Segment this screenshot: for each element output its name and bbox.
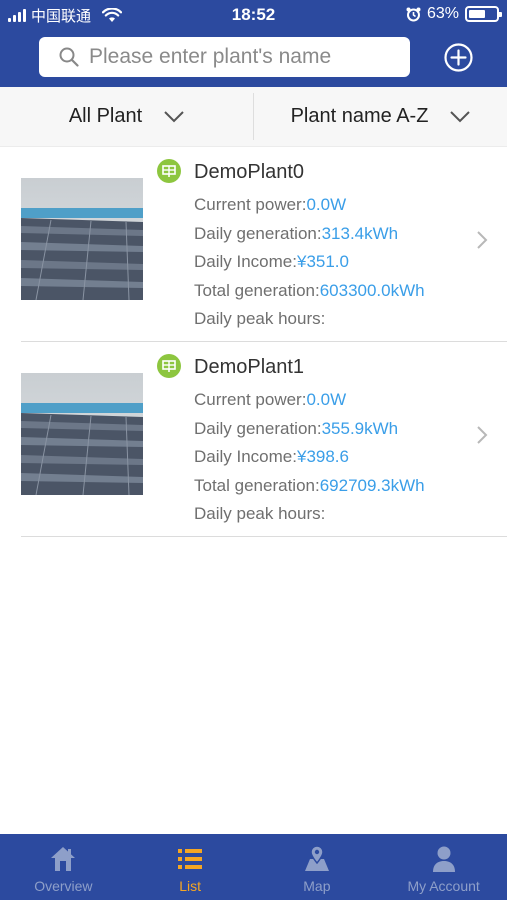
peak-hours-row: Daily peak hours: bbox=[194, 500, 425, 529]
sort-filter[interactable]: Plant name A-Z bbox=[254, 87, 507, 146]
tab-list[interactable]: List bbox=[127, 834, 254, 900]
total-generation-label: Total generation: bbox=[194, 475, 320, 495]
battery-percent: 63% bbox=[426, 5, 459, 22]
plant-status-icon bbox=[157, 159, 181, 183]
bottom-tab-bar: Overview List Map My Account bbox=[0, 834, 507, 900]
peak-hours-label: Daily peak hours: bbox=[194, 504, 326, 523]
sort-filter-label: Plant name A-Z bbox=[290, 105, 429, 127]
current-power-label: Current power: bbox=[194, 390, 307, 409]
plant-name: DemoPlant0 bbox=[194, 161, 305, 183]
list-icon bbox=[178, 849, 203, 869]
chevron-down-icon bbox=[164, 110, 184, 122]
daily-generation-label: Daily generation: bbox=[194, 223, 322, 243]
status-right: 63% bbox=[406, 5, 502, 23]
plant-info: Current power:0.0W Daily generation:355.… bbox=[194, 386, 425, 529]
tab-map[interactable]: Map bbox=[254, 834, 381, 900]
search-input[interactable] bbox=[89, 45, 389, 69]
daily-income-label: Daily Income: bbox=[194, 447, 297, 466]
total-generation-value: 603300.0kWh bbox=[319, 280, 425, 300]
user-icon bbox=[432, 846, 455, 872]
plant-list-item[interactable]: DemoPlant1 Current power:0.0W Daily gene… bbox=[21, 342, 507, 537]
plant-info: Current power:0.0W Daily generation:313.… bbox=[194, 191, 425, 334]
top-bar: 中国联通 18:52 63% bbox=[0, 0, 507, 87]
current-power-value: 0.0W bbox=[306, 390, 347, 409]
daily-generation-value: 355.9kWh bbox=[321, 418, 399, 438]
tab-overview-label: Overview bbox=[34, 878, 93, 894]
chevron-right-icon[interactable] bbox=[476, 230, 488, 250]
daily-income-label: Daily Income: bbox=[194, 252, 297, 271]
plant-list: DemoPlant0 Current power:0.0W Daily gene… bbox=[0, 147, 507, 537]
tab-my-account[interactable]: My Account bbox=[380, 834, 507, 900]
total-generation-row: Total generation:692709.3kWh bbox=[194, 472, 425, 501]
tab-my-account-label: My Account bbox=[407, 878, 480, 894]
plant-status-icon bbox=[157, 354, 181, 378]
daily-generation-row: Daily generation:355.9kWh bbox=[194, 415, 425, 444]
chevron-right-icon[interactable] bbox=[476, 425, 488, 445]
alarm-icon bbox=[406, 7, 421, 21]
current-power-value: 0.0W bbox=[306, 195, 347, 214]
plant-type-filter-label: All Plant bbox=[68, 105, 143, 127]
peak-hours-row: Daily peak hours: bbox=[194, 305, 425, 334]
daily-income-row: Daily Income:¥351.0 bbox=[194, 248, 425, 277]
home-icon bbox=[51, 847, 76, 871]
total-generation-value: 692709.3kWh bbox=[319, 475, 425, 495]
daily-income-row: Daily Income:¥398.6 bbox=[194, 443, 425, 472]
plus-circle-icon[interactable] bbox=[444, 43, 473, 72]
plant-name: DemoPlant1 bbox=[194, 356, 305, 378]
plant-list-item[interactable]: DemoPlant0 Current power:0.0W Daily gene… bbox=[21, 147, 507, 342]
search-box[interactable] bbox=[39, 37, 410, 77]
filter-bar: All Plant Plant name A-Z bbox=[0, 87, 507, 147]
total-generation-row: Total generation:603300.0kWh bbox=[194, 277, 425, 306]
tab-overview[interactable]: Overview bbox=[0, 834, 127, 900]
daily-generation-row: Daily generation:313.4kWh bbox=[194, 220, 425, 249]
daily-generation-label: Daily generation: bbox=[194, 418, 322, 438]
tab-map-label: Map bbox=[303, 878, 331, 894]
chevron-down-icon bbox=[450, 110, 471, 122]
battery-icon bbox=[465, 6, 502, 22]
peak-hours-label: Daily peak hours: bbox=[194, 309, 326, 328]
total-generation-label: Total generation: bbox=[194, 280, 320, 300]
daily-income-value: ¥398.6 bbox=[296, 447, 349, 466]
daily-generation-value: 313.4kWh bbox=[321, 223, 399, 243]
plant-photo bbox=[21, 178, 143, 300]
status-bar: 中国联通 18:52 63% bbox=[0, 0, 507, 30]
search-icon bbox=[59, 47, 79, 67]
tab-list-label: List bbox=[179, 878, 202, 894]
plant-photo bbox=[21, 373, 143, 495]
current-power-row: Current power:0.0W bbox=[194, 386, 425, 415]
current-power-row: Current power:0.0W bbox=[194, 191, 425, 220]
map-icon bbox=[304, 845, 329, 871]
daily-income-value: ¥351.0 bbox=[296, 252, 349, 271]
plant-type-filter[interactable]: All Plant bbox=[0, 87, 253, 146]
current-power-label: Current power: bbox=[194, 195, 307, 214]
